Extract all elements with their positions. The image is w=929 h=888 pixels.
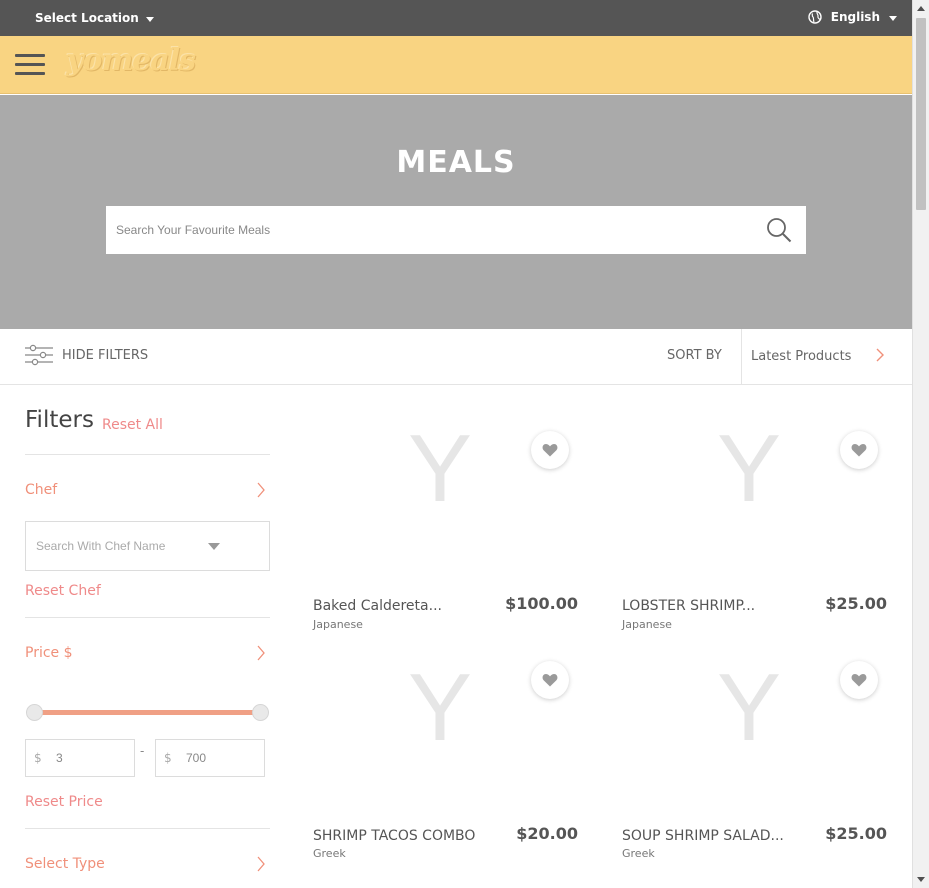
- product-price: $100.00: [505, 594, 578, 613]
- caret-down-icon: [145, 16, 154, 22]
- price-min-handle[interactable]: [26, 704, 43, 721]
- product-card[interactable]: Y LOBSTER SHRIMP... Japanese $25.00: [622, 394, 887, 631]
- reset-all-link[interactable]: Reset All: [102, 417, 163, 433]
- product-cuisine: Greek: [313, 847, 346, 860]
- filters-title: Filters: [25, 407, 94, 433]
- product-card[interactable]: Y SOUP SHRIMP SALAD... Greek $25.00: [622, 633, 887, 863]
- product-image-placeholder[interactable]: Y: [717, 653, 781, 763]
- hide-filters-button[interactable]: HIDE FILTERS: [25, 343, 148, 367]
- divider: [25, 828, 270, 829]
- search-icon[interactable]: [766, 217, 792, 243]
- product-name[interactable]: SOUP SHRIMP SALAD...: [622, 828, 784, 844]
- meal-search-box: [106, 206, 806, 254]
- favorite-button[interactable]: [531, 661, 569, 699]
- product-cuisine: Japanese: [622, 618, 672, 631]
- favorite-button[interactable]: [531, 431, 569, 469]
- product-name[interactable]: LOBSTER SHRIMP...: [622, 598, 755, 614]
- globe-icon: [808, 10, 822, 24]
- chevron-right-icon: [876, 348, 884, 362]
- product-image-placeholder[interactable]: Y: [408, 414, 472, 524]
- select-location-dropdown[interactable]: Select Location: [35, 11, 154, 25]
- price-min-field: $: [25, 739, 135, 777]
- chevron-right-icon[interactable]: [257, 482, 265, 498]
- language-dropdown[interactable]: English: [808, 10, 897, 24]
- page-title: MEALS: [396, 145, 516, 180]
- sort-value: Latest Products: [751, 349, 852, 364]
- product-price: $25.00: [825, 594, 887, 613]
- chef-filter-toggle[interactable]: Chef: [25, 482, 57, 498]
- price-max-field: $: [155, 739, 265, 777]
- page-scrollbar[interactable]: [912, 0, 929, 888]
- reset-chef-link[interactable]: Reset Chef: [25, 583, 101, 599]
- product-image-placeholder[interactable]: Y: [408, 653, 472, 763]
- scrollbar-thumb[interactable]: [916, 18, 926, 210]
- language-label: English: [830, 10, 880, 24]
- product-cuisine: Japanese: [313, 618, 363, 631]
- hide-filters-label: HIDE FILTERS: [62, 347, 149, 363]
- site-header: yomeals: [0, 36, 912, 94]
- heart-icon: [851, 444, 867, 457]
- logo[interactable]: yomeals: [66, 43, 196, 78]
- price-range-track[interactable]: [34, 710, 261, 715]
- sliders-icon: [25, 344, 53, 366]
- chef-search-field: [25, 521, 270, 571]
- product-card[interactable]: Y Baked Caldereta... Japanese $100.00: [313, 394, 578, 631]
- sort-by-label: SORT BY: [667, 348, 722, 363]
- filter-sort-bar: HIDE FILTERS SORT BY Latest Products: [0, 329, 912, 385]
- product-name[interactable]: SHRIMP TACOS COMBO: [313, 828, 475, 844]
- price-max-input[interactable]: [186, 740, 260, 776]
- price-separator: -: [140, 744, 145, 758]
- favorite-button[interactable]: [840, 661, 878, 699]
- product-price: $25.00: [825, 824, 887, 843]
- chef-search-input[interactable]: [26, 522, 206, 570]
- heart-icon: [542, 674, 558, 687]
- sort-select[interactable]: Latest Products: [741, 329, 912, 384]
- currency-symbol: $: [164, 751, 172, 765]
- hero-banner: MEALS: [0, 95, 912, 329]
- heart-icon: [851, 674, 867, 687]
- price-filter-toggle[interactable]: Price $: [25, 645, 73, 661]
- select-location-label: Select Location: [35, 11, 139, 25]
- chevron-right-icon[interactable]: [257, 645, 265, 661]
- scroll-down-arrow-icon[interactable]: [917, 877, 925, 882]
- favorite-button[interactable]: [840, 431, 878, 469]
- scroll-up-arrow-icon[interactable]: [917, 6, 925, 11]
- reset-price-link[interactable]: Reset Price: [25, 794, 103, 810]
- product-card[interactable]: Y SHRIMP TACOS COMBO Greek $20.00: [313, 633, 578, 863]
- heart-icon: [542, 444, 558, 457]
- chevron-down-icon[interactable]: [208, 543, 220, 550]
- product-cuisine: Greek: [622, 847, 655, 860]
- chevron-right-icon[interactable]: [257, 856, 265, 872]
- type-filter-toggle[interactable]: Select Type: [25, 856, 105, 872]
- product-image-placeholder[interactable]: Y: [717, 414, 781, 524]
- product-price: $20.00: [516, 824, 578, 843]
- menu-icon[interactable]: [15, 54, 45, 76]
- divider: [25, 454, 270, 455]
- currency-symbol: $: [34, 751, 42, 765]
- top-bar: Select Location English: [0, 0, 912, 36]
- divider: [25, 617, 270, 618]
- meal-search-input[interactable]: [106, 206, 756, 254]
- price-min-input[interactable]: [56, 740, 130, 776]
- caret-down-icon: [889, 15, 897, 21]
- product-name[interactable]: Baked Caldereta...: [313, 598, 442, 614]
- price-max-handle[interactable]: [252, 704, 269, 721]
